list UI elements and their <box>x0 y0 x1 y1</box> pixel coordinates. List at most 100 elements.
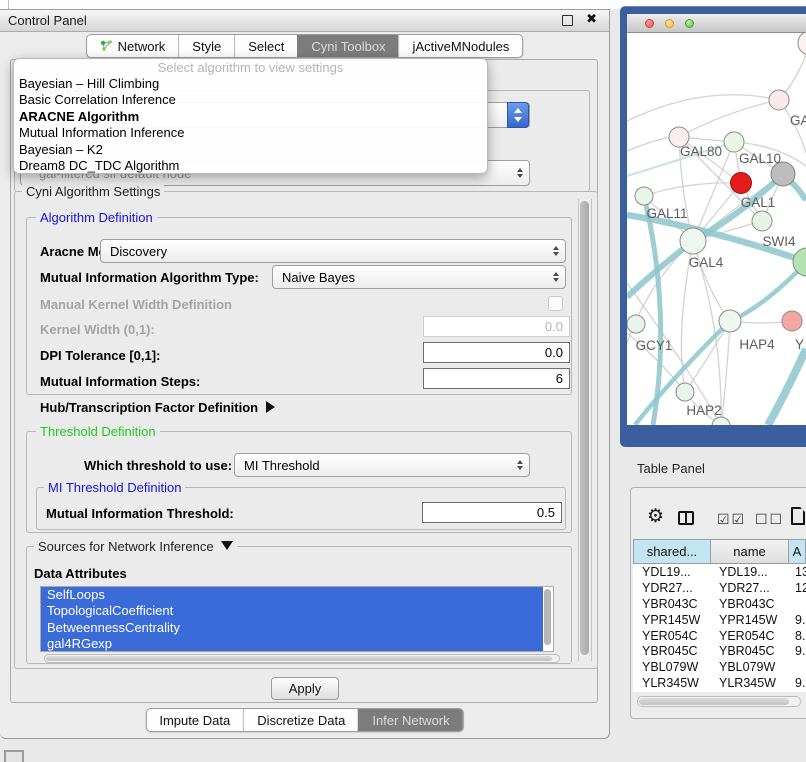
table-cell: 8. <box>789 629 806 643</box>
minimize-traffic-light[interactable] <box>665 19 674 28</box>
table-cell: YPR145W <box>633 613 711 627</box>
float-window-icon[interactable] <box>562 15 573 26</box>
algorithm-option[interactable]: ARACNE Algorithm <box>14 109 487 125</box>
bottom-node[interactable] <box>712 417 730 425</box>
tab-select[interactable]: Select <box>234 35 297 57</box>
algorithm-option[interactable]: Bayesian – K2 <box>14 142 487 158</box>
selected-red-node[interactable] <box>731 173 752 194</box>
close-icon[interactable]: ✖ <box>586 12 597 27</box>
gal1-node[interactable] <box>752 211 772 231</box>
table-cell: YBL079W <box>711 660 789 674</box>
manual-kernel-width-checkbox[interactable] <box>548 296 563 311</box>
column-header[interactable]: A <box>789 539 806 564</box>
table-cell: 12 <box>789 581 806 595</box>
dpi-tolerance-field[interactable]: 0.0 <box>423 342 570 363</box>
sources-hscrollbar[interactable] <box>44 654 560 663</box>
gal4-node[interactable] <box>680 228 706 254</box>
table-row[interactable]: YBR043CYBR043C <box>633 596 806 612</box>
network-canvas[interactable]: GALGAL80GAL10GAL11GAL1SWI4GAL4GCY1HAP4YH… <box>627 33 806 425</box>
tab-network[interactable]: Network <box>87 35 179 57</box>
control-panel-titlebar: Control Panel ✖ <box>0 10 609 32</box>
node-label: GCY1 <box>636 338 673 353</box>
table-cell: YBL079W <box>633 660 711 674</box>
data-attributes-list[interactable]: SelfLoopsTopologicalCoefficientBetweenne… <box>40 586 554 652</box>
aracne-mode-combobox[interactable]: Discovery <box>100 239 566 263</box>
data-attribute-item[interactable]: SelfLoops <box>41 587 543 603</box>
algorithm-option[interactable]: Bayesian – Hill Climbing <box>14 76 487 92</box>
table-row[interactable]: YER054CYER054C8. <box>633 628 806 644</box>
collapse-down-icon <box>221 541 233 550</box>
kernel-width-field[interactable]: 0.0 <box>423 316 570 337</box>
select-all-checkboxes-icon[interactable]: ☑☑ <box>717 511 746 528</box>
deselect-all-checkboxes-icon[interactable]: ☐☐ <box>755 511 784 528</box>
column-header[interactable]: shared... <box>633 539 711 564</box>
network-tab-icon <box>100 40 113 52</box>
list-scrollbar[interactable] <box>543 588 552 650</box>
table-hscrollbar[interactable] <box>637 696 801 707</box>
mi-steps-field[interactable]: 6 <box>423 368 570 389</box>
top-partial-node[interactable] <box>798 33 806 55</box>
data-attribute-item[interactable]: BetweennessCentrality <box>41 620 543 636</box>
table-hscrollbar-thumb[interactable] <box>639 698 789 705</box>
combo-focus-arrows[interactable] <box>507 102 529 128</box>
hap2-node[interactable] <box>676 383 694 401</box>
apply-button[interactable]: Apply <box>271 677 339 700</box>
tab-jactivemnodules[interactable]: jActiveMNodules <box>399 35 523 57</box>
sources-group-label[interactable]: Sources for Network Inference <box>34 539 237 554</box>
gal10-node[interactable] <box>724 132 744 152</box>
gear-icon[interactable]: ⚙ <box>647 507 664 526</box>
top-strip-divider <box>8 0 9 9</box>
gal-pink-node[interactable] <box>769 90 789 110</box>
table-row[interactable]: YBR045CYBR045C9. <box>633 643 806 659</box>
tab-discretize-data[interactable]: Discretize Data <box>243 709 358 731</box>
columns-icon[interactable] <box>678 511 694 525</box>
tab-impute-data[interactable]: Impute Data <box>146 709 243 731</box>
table-row[interactable]: YDR27...YDR27...12 <box>633 580 806 596</box>
list-scrollbar-thumb[interactable] <box>544 589 551 645</box>
tab-cyni-toolbox[interactable]: Cyni Toolbox <box>297 35 398 57</box>
gal11-node[interactable] <box>635 187 653 205</box>
network-edge[interactable] <box>685 321 730 392</box>
algorithm-option[interactable]: Basic Correlation Inference <box>14 92 487 108</box>
salmon-node[interactable] <box>782 311 802 331</box>
mi-algorithm-type-combobox[interactable]: Naive Bayes <box>272 265 566 289</box>
table-cell: 9. <box>789 676 806 690</box>
new-table-icon[interactable] <box>791 507 805 525</box>
close-traffic-light[interactable] <box>645 19 654 28</box>
network-edge[interactable] <box>721 321 730 425</box>
combo-arrows-icon <box>553 246 559 257</box>
algorithm-option[interactable]: Mutual Information Inference <box>14 125 487 141</box>
settings-scrollbar[interactable] <box>578 199 592 661</box>
network-edge[interactable] <box>627 95 779 121</box>
tab-style[interactable]: Style <box>178 35 234 57</box>
data-attribute-item[interactable]: gal4RGexp <box>41 636 543 652</box>
table-row[interactable]: YDL19...YDL19...13 <box>633 564 806 580</box>
table-cell: YER054C <box>711 629 789 643</box>
gcy1-node[interactable] <box>627 315 645 333</box>
node-label: GAL <box>790 113 806 128</box>
settings-scrollbar-thumb[interactable] <box>580 201 589 655</box>
table-row[interactable]: YBL079WYBL079W <box>633 659 806 675</box>
which-threshold-value: MI Threshold <box>244 458 320 473</box>
table-cell: YDR27... <box>711 581 789 595</box>
network-edge[interactable] <box>679 100 779 137</box>
algorithm-option[interactable]: Dream8 DC_TDC Algorithm <box>14 158 487 174</box>
column-header[interactable]: name <box>711 539 789 564</box>
table-row[interactable]: YIL052CYIL052C9. <box>633 691 806 692</box>
mi-threshold-field[interactable]: 0.5 <box>422 502 562 523</box>
dpi-tolerance-label: DPI Tolerance [0,1]: <box>40 348 160 363</box>
data-attribute-item[interactable]: TopologicalCoefficient <box>41 603 543 619</box>
which-threshold-combobox[interactable]: MI Threshold <box>234 453 530 477</box>
node-label: GAL1 <box>741 195 776 210</box>
bottom-left-partial-button[interactable] <box>4 750 24 762</box>
node-label: Y <box>795 337 804 352</box>
zoom-traffic-light[interactable] <box>685 19 694 28</box>
network-edge[interactable] <box>768 349 806 425</box>
table-row[interactable]: YPR145WYPR145W9. <box>633 612 806 628</box>
hub-definition-toggle[interactable]: Hub/Transcription Factor Definition <box>40 400 275 415</box>
tab-infer-network[interactable]: Infer Network <box>358 709 462 731</box>
hap4-node[interactable] <box>719 310 741 332</box>
network-edge[interactable] <box>644 183 741 196</box>
table-row[interactable]: YLR345WYLR345W9. <box>633 675 806 691</box>
sources-hscrollbar-thumb[interactable] <box>46 656 552 661</box>
